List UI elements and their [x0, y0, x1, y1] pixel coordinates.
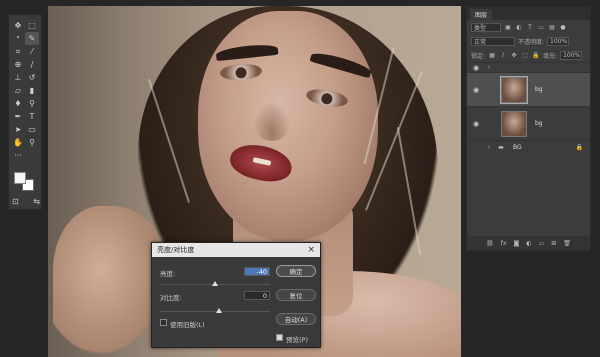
artboard-tool-icon[interactable]: ⬚	[25, 19, 39, 32]
lasso-tool-icon[interactable]: ᐤ	[11, 32, 25, 45]
eyedropper-tool-icon[interactable]: ⁄	[25, 45, 39, 58]
brightness-contrast-dialog: 亮度/对比度 × 亮度: -40 对比度: 0 使用旧版(L) 确定 复位 自动…	[151, 242, 321, 348]
healing-tool-icon[interactable]: ⊕	[11, 58, 25, 71]
layer-name[interactable]: bg	[535, 86, 543, 93]
dialog-title: 亮度/对比度	[157, 246, 195, 254]
adjustment-layer-icon[interactable]: ◐	[526, 240, 531, 247]
visibility-eye-icon[interactable]: ◉	[471, 64, 481, 72]
lock-label: 锁定:	[471, 52, 486, 60]
lock-pixels-icon[interactable]: ▦	[488, 51, 496, 59]
filter-smart-icon[interactable]: ▤	[548, 23, 556, 31]
quick-select-tool-icon[interactable]: ✎	[25, 32, 39, 45]
dodge-tool-icon[interactable]: ⚲	[25, 97, 39, 110]
filter-adjust-icon[interactable]: ◐	[515, 23, 523, 31]
shape-tool-icon[interactable]: ▭	[25, 123, 39, 136]
collapse-arrow-icon[interactable]: ›	[485, 144, 493, 152]
contrast-slider-knob[interactable]	[216, 308, 222, 313]
brightness-label: 亮度:	[160, 270, 176, 278]
auto-button[interactable]: 自动(A)	[276, 313, 316, 325]
fill-label: 填充:	[543, 52, 558, 60]
move-tool-icon[interactable]: ✥	[11, 19, 25, 32]
tab-layers[interactable]: 图层	[470, 9, 493, 20]
contrast-input[interactable]: 0	[244, 291, 270, 300]
layers-panel: 图层 类型 ▣ ◐ T ▭ ▤ ● 正常 不透明度: 100% 锁定: ▦ ∕ …	[466, 6, 591, 251]
layers-panel-footer: ⛓ fx ◙ ◐ ▭ ⊞ 🗑	[467, 236, 590, 250]
layer-thumbnail[interactable]	[501, 110, 527, 137]
fill-field[interactable]: 100%	[560, 50, 583, 60]
path-select-tool-icon[interactable]: ➤	[11, 123, 25, 136]
layer-name[interactable]: bg	[535, 120, 543, 127]
layer-row[interactable]: ◉ bg	[467, 106, 590, 140]
new-layer-icon[interactable]: ⊞	[551, 240, 556, 247]
adjustment-layer-row[interactable]: ◉ ›	[467, 62, 590, 72]
filter-toggle-icon[interactable]: ●	[559, 23, 567, 31]
hand-tool-icon[interactable]: ✋	[11, 136, 25, 149]
visibility-eye-icon[interactable]: ◉	[471, 86, 481, 94]
more-tools-icon[interactable]: ···	[11, 149, 25, 162]
lock-artboard-icon[interactable]: ⬚	[521, 51, 529, 59]
reset-button[interactable]: 复位	[276, 289, 316, 301]
opacity-field[interactable]: 100%	[547, 36, 570, 46]
stamp-tool-icon[interactable]: ⊥	[11, 71, 25, 84]
ok-button[interactable]: 确定	[276, 265, 316, 277]
blend-row: 正常 不透明度: 100%	[467, 34, 590, 48]
link-layers-icon[interactable]: ⛓	[486, 240, 494, 247]
delete-layer-icon[interactable]: 🗑	[563, 240, 571, 247]
eraser-tool-icon[interactable]: ▱	[11, 84, 25, 97]
gradient-tool-icon[interactable]: ▮	[25, 84, 39, 97]
group-lock-icon: 🔒	[575, 144, 584, 151]
photoshop-window: ✥ ⬚ ᐤ ✎ ⌗ ⁄ ⊕ ∕ ⊥ ↺ ▱ ▮ ♦ ⚲ ✒ T ➤ ▭ ✋ ⚲ ··· ⊡ ⇆ 图层 类型 ▣	[0, 0, 600, 357]
group-row[interactable]: › ▬ BG 🔒	[467, 140, 590, 154]
new-group-icon[interactable]: ▭	[539, 240, 545, 247]
add-mask-icon[interactable]: ◙	[513, 240, 519, 247]
group-name[interactable]: BG	[513, 144, 522, 151]
lock-paint-icon[interactable]: ∕	[499, 51, 507, 59]
filter-kind-dropdown[interactable]: 类型	[471, 22, 501, 32]
panel-tabbar: 图层	[467, 7, 590, 20]
blend-mode-dropdown[interactable]: 正常	[471, 36, 515, 46]
filter-type-icon[interactable]: T	[526, 23, 534, 31]
brightness-input[interactable]: -40	[244, 267, 270, 276]
folder-icon: ▬	[498, 144, 504, 151]
fx-icon[interactable]: fx	[501, 240, 507, 247]
close-icon[interactable]: ×	[307, 245, 315, 255]
foreground-color-swatch[interactable]	[14, 172, 26, 184]
blur-tool-icon[interactable]: ♦	[11, 97, 25, 110]
contrast-slider[interactable]	[160, 308, 270, 313]
quick-mask-icon[interactable]: ⊡	[12, 197, 19, 207]
preview-checkbox[interactable]	[276, 334, 283, 341]
collapse-arrow-icon[interactable]: ›	[485, 64, 493, 72]
layer-row[interactable]: ◉ bg	[467, 72, 590, 106]
preview-label[interactable]: 预览(P)	[286, 334, 308, 344]
portrait-nose	[253, 101, 291, 141]
history-brush-tool-icon[interactable]: ↺	[25, 71, 39, 84]
filter-shape-icon[interactable]: ▭	[537, 23, 545, 31]
lock-position-icon[interactable]: ✥	[510, 51, 518, 59]
layer-filter-row: 类型 ▣ ◐ T ▭ ▤ ●	[467, 20, 590, 34]
brightness-slider-knob[interactable]	[212, 281, 218, 286]
toolbar-bottom: ⊡ ⇆	[12, 197, 40, 207]
visibility-eye-icon[interactable]: ◉	[471, 120, 481, 128]
brush-tool-icon[interactable]: ∕	[25, 58, 39, 71]
zoom-tool-icon[interactable]: ⚲	[25, 136, 39, 149]
brightness-slider[interactable]	[160, 281, 270, 286]
filter-pixel-icon[interactable]: ▣	[504, 23, 512, 31]
opacity-label: 不透明度:	[518, 38, 545, 46]
color-swatches[interactable]	[14, 172, 38, 192]
lock-all-icon[interactable]: 🔒	[532, 51, 540, 59]
type-tool-icon[interactable]: T	[25, 110, 39, 123]
pen-tool-icon[interactable]: ✒	[11, 110, 25, 123]
screen-mode-icon[interactable]: ⇆	[33, 197, 40, 207]
legacy-label[interactable]: 使用旧版(L)	[170, 319, 205, 329]
contrast-label: 对比度:	[160, 294, 182, 302]
layer-thumbnail[interactable]	[500, 75, 528, 104]
lock-row: 锁定: ▦ ∕ ✥ ⬚ 🔒 填充: 100%	[467, 48, 590, 62]
crop-tool-icon[interactable]: ⌗	[11, 45, 25, 58]
dialog-titlebar[interactable]: 亮度/对比度 ×	[152, 243, 320, 257]
dialog-body: 亮度: -40 对比度: 0 使用旧版(L) 确定 复位 自动(A) 预览(P)	[152, 257, 320, 349]
legacy-checkbox[interactable]	[160, 319, 167, 326]
